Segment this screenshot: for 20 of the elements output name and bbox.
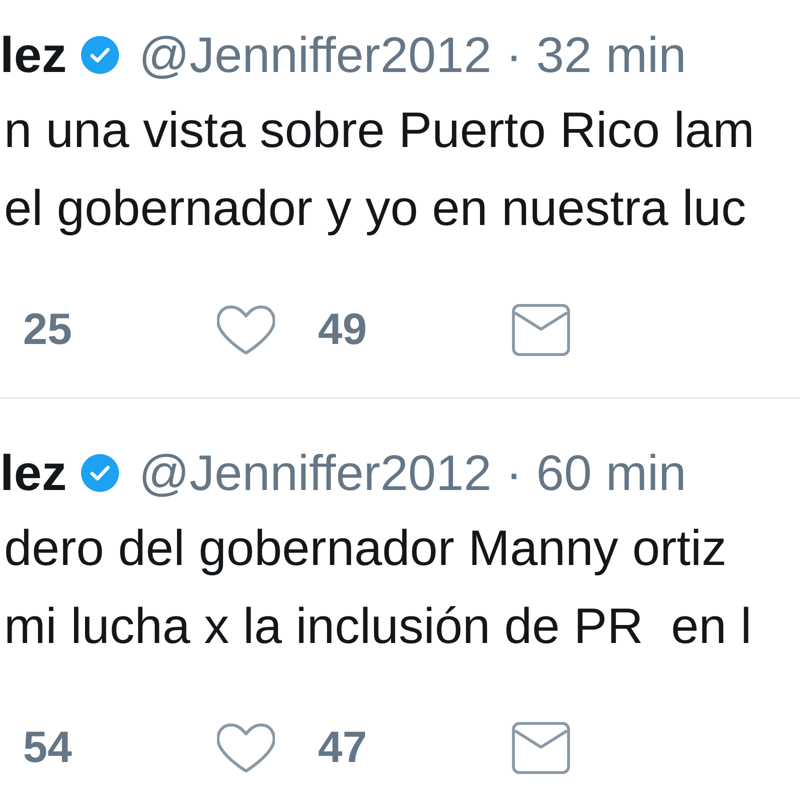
user-handle[interactable]: @Jenniffer2012: [138, 443, 492, 503]
tweet-text-line: el gobernador y yo en nuestra luc: [4, 179, 748, 238]
envelope-icon[interactable]: [512, 722, 570, 774]
action-count: 25: [23, 305, 72, 355]
separator-dot: ·: [506, 26, 522, 85]
tweet-time[interactable]: 60 min: [536, 443, 686, 503]
tweet-text-line: dero del gobernador Manny ortiz: [4, 519, 728, 578]
author-name[interactable]: lez: [0, 25, 67, 85]
heart-icon[interactable]: [217, 303, 275, 357]
like-count: 49: [318, 305, 367, 355]
heart-icon[interactable]: [217, 721, 275, 775]
tweet-time[interactable]: 32 min: [536, 25, 686, 85]
tweet-text-line: mi lucha x la inclusión de PR en l: [4, 597, 753, 656]
separator-dot: ·: [506, 444, 522, 503]
like-count: 47: [318, 723, 367, 773]
envelope-icon[interactable]: [512, 304, 570, 356]
user-handle[interactable]: @Jenniffer2012: [138, 25, 492, 85]
author-name[interactable]: lez: [0, 443, 67, 503]
action-count: 54: [23, 723, 72, 773]
tweet-text-line: n una vista sobre Puerto Rico lam: [4, 101, 756, 160]
